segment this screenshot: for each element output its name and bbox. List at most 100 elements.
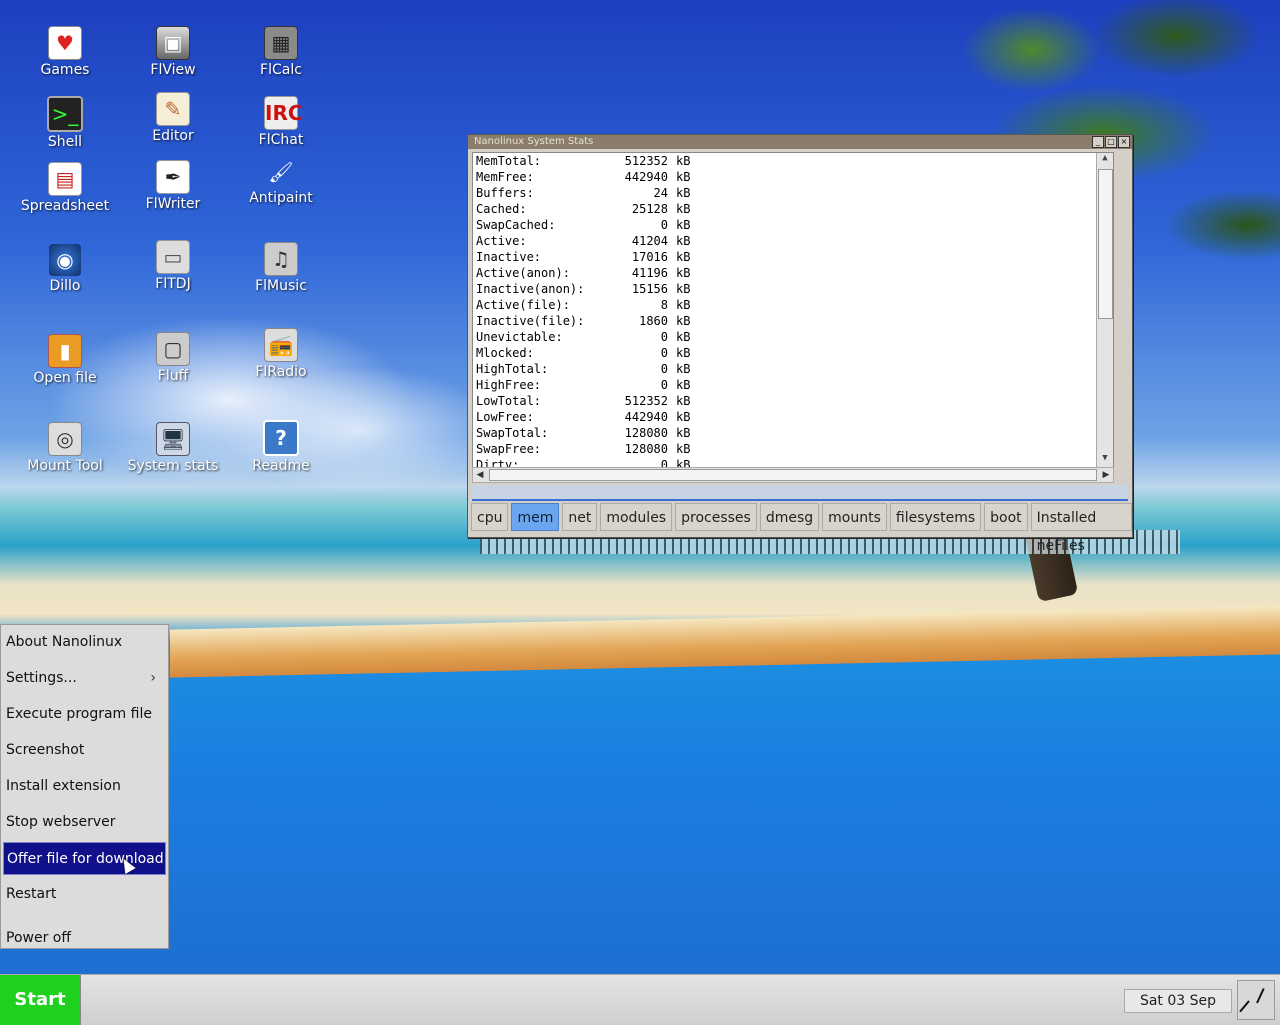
tab-filesystems[interactable]: filesystems bbox=[889, 503, 982, 531]
desktop-icon-label: FlView bbox=[150, 62, 196, 78]
mem-unit: kB bbox=[676, 330, 691, 344]
desktop-icon-fluff[interactable]: ▢ Fluff bbox=[118, 332, 228, 384]
spreadsheet-icon: ▤ bbox=[48, 162, 82, 196]
desktop-icon-mount-tool[interactable]: ◎ Mount Tool bbox=[10, 422, 120, 474]
scroll-left-icon[interactable]: ◀ bbox=[473, 468, 487, 482]
start-button[interactable]: Start bbox=[0, 975, 81, 1025]
tab-mounts[interactable]: mounts bbox=[822, 503, 887, 531]
vertical-scroll-thumb[interactable] bbox=[1098, 169, 1113, 319]
window-titlebar[interactable]: Nanolinux System Stats _ □ × bbox=[468, 135, 1132, 149]
scroll-down-icon[interactable]: ▼ bbox=[1097, 453, 1113, 467]
desktop-icon-flview[interactable]: ▣ FlView bbox=[118, 26, 228, 78]
mem-value: 0 bbox=[660, 218, 668, 232]
desktop-icon-flchat[interactable]: IRC FlChat bbox=[226, 96, 336, 148]
menu-item-stop-webserver[interactable]: Stop webserver bbox=[3, 806, 166, 839]
desktop-icon-label: Dillo bbox=[49, 278, 81, 294]
mem-row: HighFree: 0 kB bbox=[473, 377, 1113, 393]
desktop-icon-shell[interactable]: >_ Shell bbox=[10, 96, 120, 150]
desktop-icon-dillo[interactable]: ◉ Dillo bbox=[10, 244, 120, 294]
menu-item-settings[interactable]: Settings... › bbox=[3, 662, 166, 695]
stats-output[interactable]: MemTotal: 512352 kB MemFree: 442940 kB Buffers… bbox=[472, 152, 1114, 468]
menu-item-about-nanolinux[interactable]: About Nanolinux bbox=[3, 626, 166, 659]
desktop-icon-system-stats[interactable]: 🖥 System stats bbox=[118, 422, 228, 474]
mem-value: 128080 bbox=[624, 426, 668, 440]
mem-row: Inactive: 17016 kB bbox=[473, 249, 1113, 265]
menu-item-execute-program-file[interactable]: Execute program file bbox=[3, 698, 166, 731]
mem-key: SwapFree: bbox=[476, 442, 542, 456]
horizontal-scroll-thumb[interactable] bbox=[489, 469, 1097, 481]
menu-item-offer-file-for-download[interactable]: Offer file for download bbox=[3, 842, 166, 875]
mem-unit: kB bbox=[676, 186, 691, 200]
maximize-button[interactable]: □ bbox=[1105, 136, 1117, 148]
mem-row: MemTotal: 512352 kB bbox=[473, 153, 1113, 169]
mem-key: LowTotal: bbox=[476, 394, 542, 408]
mem-unit: kB bbox=[676, 362, 691, 376]
vertical-scrollbar[interactable]: ▲ ▼ bbox=[1096, 153, 1113, 467]
mem-key: MemTotal: bbox=[476, 154, 542, 168]
window-title: Nanolinux System Stats bbox=[474, 136, 594, 147]
desktop-icon-flcalc[interactable]: ▦ FlCalc bbox=[226, 26, 336, 78]
desktop-icon-flradio[interactable]: 📻 FlRadio bbox=[226, 328, 336, 380]
tab-boot[interactable]: boot bbox=[984, 503, 1028, 531]
tab-dmesg[interactable]: dmesg bbox=[759, 503, 820, 531]
system-stats-window[interactable]: Nanolinux System Stats _ □ × MemTotal: 51… bbox=[467, 134, 1133, 554]
mem-unit: kB bbox=[676, 202, 691, 216]
desktop-icon-label: Mount Tool bbox=[27, 458, 103, 474]
radio-icon: 📻 bbox=[264, 328, 298, 362]
desktop-icon-antipaint[interactable]: 🖌 Antipaint bbox=[226, 156, 336, 206]
menu-item-label: Screenshot bbox=[6, 742, 85, 758]
desktop-icon-fltdj[interactable]: ▭ FlTDJ bbox=[118, 240, 228, 292]
horizontal-scrollbar[interactable]: ◀ ▶ bbox=[472, 467, 1114, 483]
menu-item-restart[interactable]: Restart bbox=[3, 878, 166, 911]
desktop-icon-editor[interactable]: ✎ Editor bbox=[118, 92, 228, 144]
date-display[interactable]: Sat 03 Sep bbox=[1124, 989, 1232, 1013]
desktop-icon-flmusic[interactable]: ♫ FlMusic bbox=[226, 242, 336, 294]
mem-value: 442940 bbox=[624, 410, 668, 424]
paint-icon: 🖌 bbox=[268, 160, 294, 184]
menu-item-install-extension[interactable]: Install extension bbox=[3, 770, 166, 803]
desktop-icon-label: Editor bbox=[152, 128, 194, 144]
tab-installed-nefiles[interactable]: Installed neFiles bbox=[1030, 503, 1132, 554]
browser-globe-icon: ◉ bbox=[49, 244, 81, 276]
desktop-icon-readme[interactable]: ? Readme bbox=[226, 420, 336, 474]
cards-icon: ♥ bbox=[48, 26, 82, 60]
desktop-icon-label: Antipaint bbox=[249, 190, 313, 206]
menu-item-power-off[interactable]: Power off bbox=[3, 922, 166, 955]
chevron-right-icon: › bbox=[150, 670, 156, 686]
desktop-icon-flwriter[interactable]: ✒ FlWriter bbox=[118, 160, 228, 212]
scroll-up-icon[interactable]: ▲ bbox=[1097, 153, 1113, 167]
writer-icon: ✒ bbox=[156, 160, 190, 194]
desktop-icon-games[interactable]: ♥ Games bbox=[10, 26, 120, 78]
desktop-icon-label: Fluff bbox=[157, 368, 189, 384]
mem-row: Cached: 25128 kB bbox=[473, 201, 1113, 217]
desktop-icon-spreadsheet[interactable]: ▤ Spreadsheet bbox=[10, 162, 120, 214]
help-icon: ? bbox=[263, 420, 299, 456]
minimize-button[interactable]: _ bbox=[1092, 136, 1104, 148]
mem-key: LowFree: bbox=[476, 410, 534, 424]
mem-row: Buffers: 24 kB bbox=[473, 185, 1113, 201]
scroll-right-icon[interactable]: ▶ bbox=[1099, 468, 1113, 482]
menu-item-label: About Nanolinux bbox=[6, 634, 123, 650]
desktop-icon-open-file[interactable]: ▮ Open file bbox=[10, 334, 120, 386]
mem-row: SwapFree: 128080 kB bbox=[473, 441, 1113, 457]
mem-unit: kB bbox=[676, 442, 691, 456]
tab-processes[interactable]: processes bbox=[675, 503, 757, 531]
mem-unit: kB bbox=[676, 314, 691, 328]
clock-icon[interactable] bbox=[1237, 980, 1275, 1020]
taskbar: Start Sat 03 Sep bbox=[0, 974, 1280, 1025]
mem-value: 0 bbox=[660, 330, 668, 344]
menu-item-screenshot[interactable]: Screenshot bbox=[3, 734, 166, 767]
mem-row: HighTotal: 0 kB bbox=[473, 361, 1113, 377]
close-button[interactable]: × bbox=[1118, 136, 1130, 148]
tab-modules[interactable]: modules bbox=[600, 503, 673, 531]
mem-row: Unevictable: 0 kB bbox=[473, 329, 1113, 345]
desktop-icon-label: FlWriter bbox=[145, 196, 201, 212]
menu-item-label: Stop webserver bbox=[6, 814, 116, 830]
menu-item-label: Offer file for download bbox=[7, 851, 164, 867]
mem-value: 41196 bbox=[631, 266, 668, 280]
tab-net[interactable]: net bbox=[562, 503, 598, 531]
mem-unit: kB bbox=[676, 154, 691, 168]
tab-mem[interactable]: mem bbox=[511, 503, 560, 531]
todo-journal-icon: ▭ bbox=[156, 240, 190, 274]
tab-cpu[interactable]: cpu bbox=[471, 503, 509, 531]
